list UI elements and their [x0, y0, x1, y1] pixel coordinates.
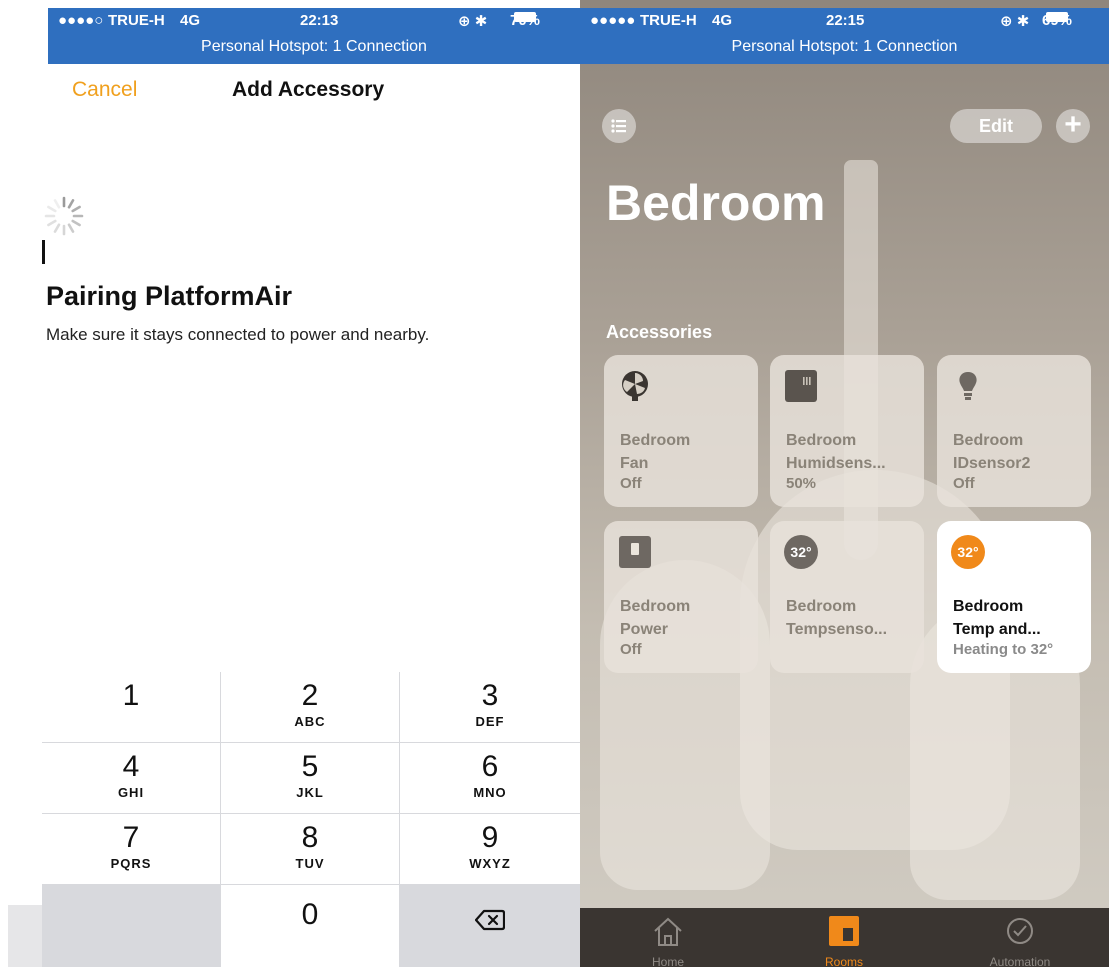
- accessory-tile-idsensor2[interactable]: Bedroom IDsensor2 Off: [937, 355, 1091, 507]
- tile-name-line1: Bedroom: [786, 598, 857, 615]
- accessory-tile-fan[interactable]: Bedroom Fan Off: [604, 355, 758, 507]
- room-title: Bedroom: [606, 175, 826, 231]
- key-2[interactable]: 2 ABC: [221, 672, 399, 742]
- carrier-label: TRUE-H: [108, 12, 165, 29]
- signal-dots-icon: ●●●●●: [590, 12, 636, 29]
- key-6[interactable]: 6 MNO: [400, 743, 580, 813]
- key-7[interactable]: 7 PQRS: [42, 814, 220, 884]
- key-8[interactable]: 8 TUV: [221, 814, 399, 884]
- divider-mark: [42, 240, 45, 264]
- key-3[interactable]: 3 DEF: [400, 672, 580, 742]
- tab-automation[interactable]: Automation: [932, 908, 1108, 967]
- status-bar-left: ●●●●○ TRUE-H 4G 22:13 ⊕ ✱ 70% Personal H…: [48, 8, 580, 64]
- accessory-tile-humidsensor[interactable]: Bedroom Humidsens... 50%: [770, 355, 924, 507]
- tile-state: Off: [620, 475, 642, 492]
- list-icon: [611, 119, 626, 133]
- tile-state: Off: [953, 475, 975, 492]
- key-9[interactable]: 9 WXYZ: [400, 814, 580, 884]
- tab-rooms[interactable]: Rooms: [756, 908, 932, 967]
- accessory-tile-power[interactable]: Bedroom Power Off: [604, 521, 758, 673]
- pairing-title: Pairing PlatformAir: [46, 281, 293, 311]
- tab-label: Rooms: [824, 955, 863, 967]
- keypad-edge: [8, 905, 42, 967]
- keypad-blank-key: [42, 885, 220, 967]
- bluetooth-icon: ⊕ ✱: [458, 13, 488, 30]
- tab-label: Automation: [989, 955, 1051, 967]
- tab-bar: Home Rooms Automation: [580, 908, 1109, 967]
- power-switch-icon: [619, 536, 651, 568]
- tile-name-line1: Bedroom: [953, 598, 1024, 615]
- home-icon: [654, 917, 682, 946]
- tile-name-line2: IDsensor2: [953, 455, 1031, 472]
- rooms-icon: [829, 916, 859, 946]
- list-menu-button[interactable]: [602, 109, 636, 143]
- tab-label: Home: [651, 955, 684, 967]
- tile-name-line2: Fan: [620, 455, 649, 472]
- tile-state: Off: [620, 641, 642, 658]
- tile-name-line2: Temp and...: [953, 621, 1041, 638]
- accessory-tile-temp-and[interactable]: 32° Bedroom Temp and... Heating to 32°: [937, 521, 1091, 673]
- tab-home[interactable]: Home: [580, 908, 756, 967]
- numeric-keypad: 1 2 ABC 3 DEF 4 GHI 5 JKL 6 MNO 7 PQRS 8: [42, 672, 580, 967]
- loading-spinner-icon: [44, 196, 84, 236]
- humidity-sensor-icon: [785, 370, 817, 402]
- tile-state: Heating to 32°: [953, 641, 1054, 658]
- key-1[interactable]: 1: [42, 672, 220, 742]
- edit-button[interactable]: Edit: [950, 109, 1042, 143]
- home-bedroom-screen: ●●●●● TRUE-H 4G 22:15 ⊕ ✱ 69% Personal H…: [580, 0, 1109, 967]
- automation-clock-icon: [1007, 918, 1033, 944]
- carrier-label: TRUE-H: [640, 12, 697, 29]
- cancel-button[interactable]: Cancel: [72, 78, 137, 102]
- key-0[interactable]: 0: [221, 885, 399, 967]
- tile-name-line1: Bedroom: [953, 432, 1024, 449]
- battery-icon: [1046, 12, 1068, 22]
- network-label: 4G: [180, 12, 201, 29]
- add-button[interactable]: +: [1056, 109, 1090, 143]
- clock: 22:13: [300, 12, 339, 29]
- tile-name-line2: Power: [620, 621, 669, 638]
- hotspot-banner[interactable]: Personal Hotspot: 1 Connection: [580, 38, 1109, 56]
- accessory-tile-tempsensor[interactable]: 32° Bedroom Tempsenso...: [770, 521, 924, 673]
- battery-icon: [514, 12, 536, 22]
- fan-icon: [622, 371, 648, 401]
- status-bar-right: ●●●●● TRUE-H 4G 22:15 ⊕ ✱ 69% Personal H…: [580, 8, 1109, 64]
- tile-name-line1: Bedroom: [620, 432, 691, 449]
- delete-backspace-icon: [474, 909, 506, 931]
- bluetooth-icon: ⊕ ✱: [1000, 13, 1030, 30]
- key-5[interactable]: 5 JKL: [221, 743, 399, 813]
- network-label: 4G: [712, 12, 733, 29]
- tile-name-line1: Bedroom: [620, 598, 691, 615]
- clock: 22:15: [826, 12, 865, 29]
- lightbulb-icon: [959, 372, 977, 400]
- page-title: Add Accessory: [232, 78, 385, 101]
- pairing-subtitle: Make sure it stays connected to power an…: [46, 325, 430, 344]
- tile-state: 50%: [786, 475, 817, 492]
- tile-name-line2: Tempsenso...: [786, 621, 888, 638]
- signal-dots-icon: ●●●●○: [58, 12, 104, 29]
- delete-key[interactable]: [400, 885, 580, 967]
- tile-name-line1: Bedroom: [786, 432, 857, 449]
- accessories-section-label: Accessories: [606, 322, 713, 342]
- thermostat-icon: 32°: [951, 535, 985, 569]
- tile-name-line2: Humidsens...: [786, 455, 886, 472]
- hotspot-banner[interactable]: Personal Hotspot: 1 Connection: [48, 38, 580, 56]
- key-4[interactable]: 4 GHI: [42, 743, 220, 813]
- add-accessory-screen: ●●●●○ TRUE-H 4G 22:13 ⊕ ✱ 70% Personal H…: [0, 0, 580, 967]
- temperature-sensor-icon: 32°: [784, 535, 818, 569]
